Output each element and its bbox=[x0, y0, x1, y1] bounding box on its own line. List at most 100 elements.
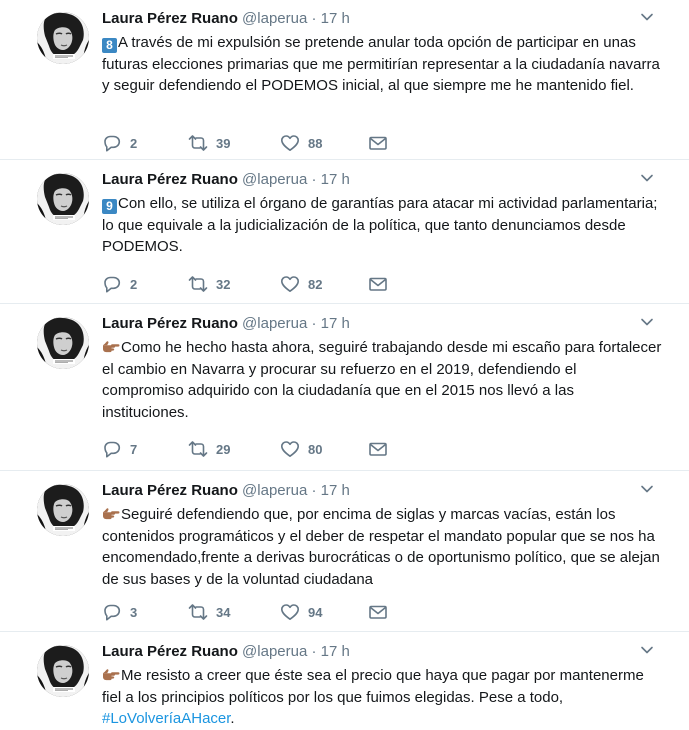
reply-button[interactable]: 2 bbox=[102, 274, 137, 294]
reply-icon bbox=[102, 603, 122, 621]
reply-icon bbox=[102, 134, 122, 152]
retweet-icon bbox=[188, 603, 208, 621]
reply-count: 2 bbox=[130, 276, 138, 292]
tweet-actions: 2 39 88 bbox=[102, 133, 402, 153]
backhand-index-pointing-right-emoji bbox=[102, 668, 120, 681]
direct-message-button[interactable] bbox=[368, 602, 388, 622]
chevron-down-icon[interactable] bbox=[640, 10, 654, 24]
separator-dot: · bbox=[311, 643, 317, 660]
avatar[interactable] bbox=[37, 645, 89, 697]
tweet-body-text: Con ello, se utiliza el órgano de garant… bbox=[102, 195, 658, 255]
tweet-header: Laura Pérez Ruano @laperua · 17 h bbox=[102, 482, 350, 500]
user-name[interactable]: Laura Pérez Ruano bbox=[102, 10, 238, 27]
reply-count: 2 bbox=[130, 135, 138, 151]
retweet-button[interactable]: 39 bbox=[188, 133, 230, 153]
tweet-body-text: Como he hecho hasta ahora, seguiré traba… bbox=[102, 339, 662, 421]
heart-icon bbox=[280, 440, 300, 458]
timestamp[interactable]: 17 h bbox=[321, 482, 350, 499]
avatar[interactable] bbox=[37, 173, 89, 225]
direct-message-button[interactable] bbox=[368, 274, 388, 294]
like-count: 82 bbox=[308, 276, 323, 292]
reply-button[interactable]: 7 bbox=[102, 439, 137, 459]
keycap-emoji: 9 bbox=[102, 199, 117, 214]
retweet-count: 39 bbox=[216, 135, 231, 151]
like-button[interactable]: 80 bbox=[280, 439, 322, 459]
like-button[interactable]: 82 bbox=[280, 274, 322, 294]
avatar[interactable] bbox=[37, 12, 89, 64]
retweet-button[interactable]: 32 bbox=[188, 274, 230, 294]
envelope-icon bbox=[368, 275, 388, 293]
user-handle[interactable]: @laperua bbox=[242, 482, 307, 499]
separator-dot: · bbox=[311, 315, 317, 332]
tweet-body-end: . bbox=[230, 710, 235, 727]
reply-button[interactable]: 2 bbox=[102, 133, 137, 153]
chevron-down-icon[interactable] bbox=[640, 643, 654, 657]
tweet-text: 9 Con ello, se utiliza el órgano de garan… bbox=[102, 193, 662, 258]
tweet[interactable]: Laura Pérez Ruano @laperua · 17 h 8A tra… bbox=[0, 0, 689, 160]
heart-icon bbox=[280, 134, 300, 152]
tweet-body-text: Me resisto a creer que éste sea el preci… bbox=[102, 667, 644, 706]
user-handle[interactable]: @laperua bbox=[242, 643, 307, 660]
backhand-index-pointing-right-emoji bbox=[102, 340, 120, 353]
retweet-icon bbox=[188, 134, 208, 152]
tweet-header: Laura Pérez Ruano @laperua · 17 h bbox=[102, 10, 350, 28]
reply-count: 3 bbox=[130, 604, 138, 620]
user-name[interactable]: Laura Pérez Ruano bbox=[102, 315, 238, 332]
separator-dot: · bbox=[311, 482, 317, 499]
hashtag-link[interactable]: #LoVolveríaAHacer bbox=[102, 710, 230, 727]
tweet[interactable]: Laura Pérez Ruano @laperua · 17 h Como h… bbox=[0, 305, 689, 471]
retweet-icon bbox=[188, 440, 208, 458]
like-count: 88 bbox=[308, 135, 323, 151]
heart-icon bbox=[280, 603, 300, 621]
tweet-text: Me resisto a creer que éste sea el preci… bbox=[102, 665, 662, 730]
like-button[interactable]: 94 bbox=[280, 602, 322, 622]
timestamp[interactable]: 17 h bbox=[321, 171, 350, 188]
chevron-down-icon[interactable] bbox=[640, 315, 654, 329]
envelope-icon bbox=[368, 440, 388, 458]
separator-dot: · bbox=[311, 171, 317, 188]
timestamp[interactable]: 17 h bbox=[321, 10, 350, 27]
retweet-button[interactable]: 29 bbox=[188, 439, 230, 459]
user-name[interactable]: Laura Pérez Ruano bbox=[102, 482, 238, 499]
tweet-body-text: A través de mi expulsión se pretende anu… bbox=[102, 34, 660, 94]
user-handle[interactable]: @laperua bbox=[242, 10, 307, 27]
tweet-actions: 3 34 94 bbox=[102, 602, 402, 622]
tweet[interactable]: Laura Pérez Ruano @laperua · 17 h Me res… bbox=[0, 633, 689, 727]
like-count: 80 bbox=[308, 441, 323, 457]
user-handle[interactable]: @laperua bbox=[242, 315, 307, 332]
tweet[interactable]: Laura Pérez Ruano @laperua · 17 h Seguir… bbox=[0, 472, 689, 632]
reply-icon bbox=[102, 440, 122, 458]
tweet-header: Laura Pérez Ruano @laperua · 17 h bbox=[102, 643, 350, 661]
heart-icon bbox=[280, 275, 300, 293]
reply-count: 7 bbox=[130, 441, 138, 457]
avatar[interactable] bbox=[37, 484, 89, 536]
tweet[interactable]: Laura Pérez Ruano @laperua · 17 h 9 Con e… bbox=[0, 161, 689, 304]
reply-button[interactable]: 3 bbox=[102, 602, 137, 622]
timestamp[interactable]: 17 h bbox=[321, 643, 350, 660]
separator-dot: · bbox=[311, 10, 317, 27]
retweet-icon bbox=[188, 275, 208, 293]
user-name[interactable]: Laura Pérez Ruano bbox=[102, 643, 238, 660]
timestamp[interactable]: 17 h bbox=[321, 315, 350, 332]
reply-icon bbox=[102, 275, 122, 293]
tweet-text: 8A través de mi expulsión se pretende an… bbox=[102, 32, 662, 97]
tweet-text: Seguiré defendiendo que, por encima de s… bbox=[102, 504, 662, 590]
keycap-emoji: 8 bbox=[102, 38, 117, 53]
tweet-header: Laura Pérez Ruano @laperua · 17 h bbox=[102, 171, 350, 189]
like-button[interactable]: 88 bbox=[280, 133, 322, 153]
direct-message-button[interactable] bbox=[368, 133, 388, 153]
like-count: 94 bbox=[308, 604, 323, 620]
retweet-button[interactable]: 34 bbox=[188, 602, 230, 622]
chevron-down-icon[interactable] bbox=[640, 171, 654, 185]
user-name[interactable]: Laura Pérez Ruano bbox=[102, 171, 238, 188]
tweet-actions: 2 32 82 bbox=[102, 274, 402, 294]
envelope-icon bbox=[368, 134, 388, 152]
tweet-text: Como he hecho hasta ahora, seguiré traba… bbox=[102, 337, 662, 423]
direct-message-button[interactable] bbox=[368, 439, 388, 459]
retweet-count: 32 bbox=[216, 276, 231, 292]
user-handle[interactable]: @laperua bbox=[242, 171, 307, 188]
tweet-body-text: Seguiré defendiendo que, por encima de s… bbox=[102, 506, 660, 588]
backhand-index-pointing-right-emoji bbox=[102, 507, 120, 520]
avatar[interactable] bbox=[37, 317, 89, 369]
chevron-down-icon[interactable] bbox=[640, 482, 654, 496]
